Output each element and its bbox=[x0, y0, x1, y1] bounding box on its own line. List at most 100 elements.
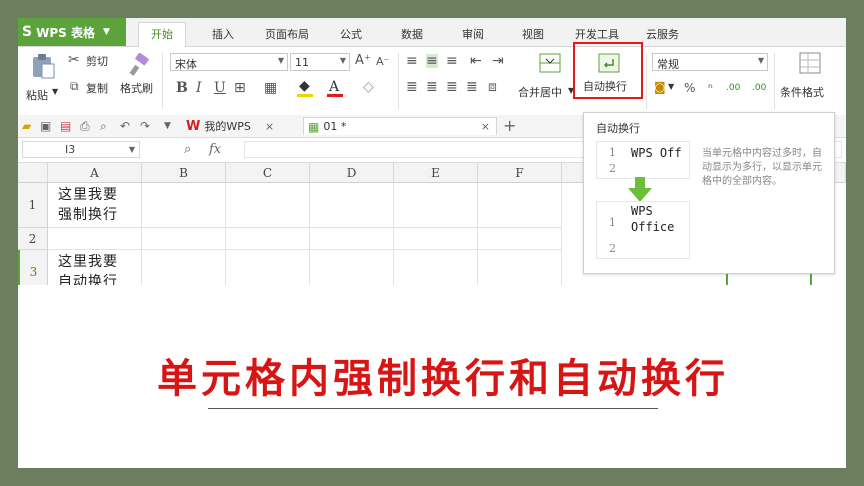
conditional-format-icon[interactable] bbox=[798, 51, 822, 75]
currency-icon[interactable]: ◙ bbox=[654, 80, 666, 94]
font-name-select[interactable]: 宋体 ▼ bbox=[170, 53, 288, 71]
fill-color-swatch bbox=[297, 94, 313, 97]
font-size-value: 11 bbox=[295, 56, 309, 69]
underline-button[interactable]: U bbox=[214, 81, 226, 95]
row-header-3[interactable]: 3 bbox=[18, 250, 48, 285]
cell-d1[interactable] bbox=[310, 183, 394, 228]
increase-decimal-button[interactable]: .00 bbox=[726, 81, 740, 95]
cell-c2[interactable] bbox=[226, 228, 310, 250]
column-header-e[interactable]: E bbox=[394, 163, 478, 183]
column-header-d[interactable]: D bbox=[310, 163, 394, 183]
bold-button[interactable]: B bbox=[176, 81, 188, 95]
close-icon[interactable]: × bbox=[265, 120, 274, 133]
align-left-icon[interactable]: ≣ bbox=[406, 80, 418, 94]
indent-decrease-icon[interactable]: ⇤ bbox=[470, 54, 482, 68]
align-top-icon[interactable]: ≡ bbox=[406, 54, 418, 68]
merge-center-icon[interactable] bbox=[538, 51, 562, 75]
tab-home[interactable]: 开始 bbox=[138, 22, 186, 48]
merge-center-button[interactable]: 合并居中 bbox=[518, 84, 562, 100]
cell-b2[interactable] bbox=[142, 228, 226, 250]
copy-button[interactable]: 复制 bbox=[86, 80, 108, 96]
app-menu-button[interactable]: S WPS 表格 ▼ bbox=[18, 18, 126, 46]
cell-b1[interactable] bbox=[142, 183, 226, 228]
font-color-button[interactable]: A bbox=[329, 80, 339, 94]
comma-style-button[interactable]: ⁿ bbox=[708, 81, 713, 95]
cell-a3-line1: 这里我要 bbox=[58, 254, 118, 270]
number-format-select[interactable]: 常规 ▼ bbox=[652, 53, 768, 71]
tab-my-wps[interactable]: W 我的WPS × bbox=[186, 117, 274, 135]
cell-e2[interactable] bbox=[394, 228, 478, 250]
cut-button[interactable]: 剪切 bbox=[86, 53, 108, 69]
cell-e1[interactable] bbox=[394, 183, 478, 228]
zoom-formula-icon[interactable]: ⌕ bbox=[184, 142, 191, 157]
conditional-format-button[interactable]: 条件格式 bbox=[780, 84, 824, 100]
column-header-c[interactable]: C bbox=[226, 163, 310, 183]
save-icon[interactable]: ▣ bbox=[40, 119, 51, 133]
decrease-decimal-button[interactable]: .00 bbox=[752, 81, 766, 95]
cell-b3[interactable] bbox=[142, 250, 226, 285]
divider bbox=[162, 53, 163, 109]
chevron-down-icon[interactable]: ▼ bbox=[164, 121, 171, 131]
cell-a3-line2: 自动换行 bbox=[58, 274, 118, 285]
italic-button[interactable]: I bbox=[196, 81, 202, 95]
close-icon[interactable]: × bbox=[481, 120, 490, 133]
tab-view[interactable]: 视图 bbox=[522, 26, 544, 42]
borders-icon[interactable]: ⊞ bbox=[234, 81, 246, 95]
cell-d2[interactable] bbox=[310, 228, 394, 250]
redo-icon[interactable]: ↷ bbox=[140, 119, 150, 133]
row-header-2[interactable]: 2 bbox=[18, 228, 48, 250]
chevron-down-icon: ▼ bbox=[757, 56, 764, 65]
tab-insert[interactable]: 插入 bbox=[212, 26, 234, 42]
tab-data[interactable]: 数据 bbox=[401, 26, 423, 42]
increase-font-icon[interactable]: A⁺ bbox=[355, 54, 371, 68]
open-icon[interactable]: ▰ bbox=[22, 119, 31, 133]
cell-f1[interactable] bbox=[478, 183, 562, 228]
column-header-b[interactable]: B bbox=[142, 163, 226, 183]
tab-review[interactable]: 审阅 bbox=[462, 26, 484, 42]
cell-f2[interactable] bbox=[478, 228, 562, 250]
tab-file-01[interactable]: ▦ 01 * × bbox=[303, 117, 497, 135]
copy-icon[interactable]: ⧉ bbox=[70, 79, 79, 93]
name-box[interactable]: I3 ▼ bbox=[22, 141, 140, 158]
align-center-icon[interactable]: ≣ bbox=[426, 80, 438, 94]
align-middle-icon[interactable]: ≡ bbox=[426, 54, 438, 68]
tab-page-layout[interactable]: 页面布局 bbox=[265, 26, 309, 42]
undo-icon[interactable]: ↶ bbox=[120, 119, 130, 133]
justify-icon[interactable]: ≣ bbox=[466, 80, 478, 94]
print-preview-icon[interactable]: ⌕ bbox=[100, 119, 107, 134]
row-header-1[interactable]: 1 bbox=[18, 183, 48, 228]
cell-a2[interactable] bbox=[48, 228, 142, 250]
clear-format-icon[interactable]: ◇ bbox=[363, 80, 374, 94]
font-name-value: 宋体 bbox=[175, 58, 197, 71]
tab-cloud[interactable]: 云服务 bbox=[646, 26, 679, 42]
align-right-icon[interactable]: ≣ bbox=[446, 80, 458, 94]
cell-c1[interactable] bbox=[226, 183, 310, 228]
format-painter-icon[interactable] bbox=[128, 53, 152, 77]
cell-c3[interactable] bbox=[226, 250, 310, 285]
print-icon[interactable]: ⎙ bbox=[80, 119, 90, 134]
percent-button[interactable]: % bbox=[684, 81, 695, 95]
select-all-corner[interactable] bbox=[18, 163, 48, 183]
decrease-font-icon[interactable]: A⁻ bbox=[376, 55, 389, 69]
tab-developer[interactable]: 开发工具 bbox=[575, 26, 619, 42]
fill-color-icon[interactable]: ◆ bbox=[299, 79, 310, 93]
column-header-a[interactable]: A bbox=[48, 163, 142, 183]
insert-function-button[interactable]: fx bbox=[209, 142, 221, 157]
export-pdf-icon[interactable]: ▤ bbox=[60, 119, 71, 133]
align-bottom-icon[interactable]: ≡ bbox=[446, 54, 458, 68]
font-size-select[interactable]: 11 ▼ bbox=[290, 53, 350, 71]
before-row1-text: WPS Off bbox=[631, 146, 682, 160]
column-header-f[interactable]: F bbox=[478, 163, 562, 183]
cell-f3[interactable] bbox=[478, 250, 562, 285]
scissors-icon[interactable]: ✂ bbox=[68, 53, 80, 67]
cell-e3[interactable] bbox=[394, 250, 478, 285]
cell-a1-line2: 强制换行 bbox=[58, 207, 118, 223]
cell-d3[interactable] bbox=[310, 250, 394, 285]
fill-pattern-icon[interactable]: ▦ bbox=[264, 81, 277, 95]
new-tab-icon[interactable]: + bbox=[503, 116, 516, 135]
tab-formulas[interactable]: 公式 bbox=[340, 26, 362, 42]
wrap-text-button[interactable]: 自动换行 bbox=[573, 42, 643, 99]
distributed-icon[interactable]: ⧈ bbox=[488, 80, 497, 94]
indent-increase-icon[interactable]: ⇥ bbox=[492, 54, 504, 68]
format-painter-button[interactable]: 格式刷 bbox=[120, 80, 153, 96]
